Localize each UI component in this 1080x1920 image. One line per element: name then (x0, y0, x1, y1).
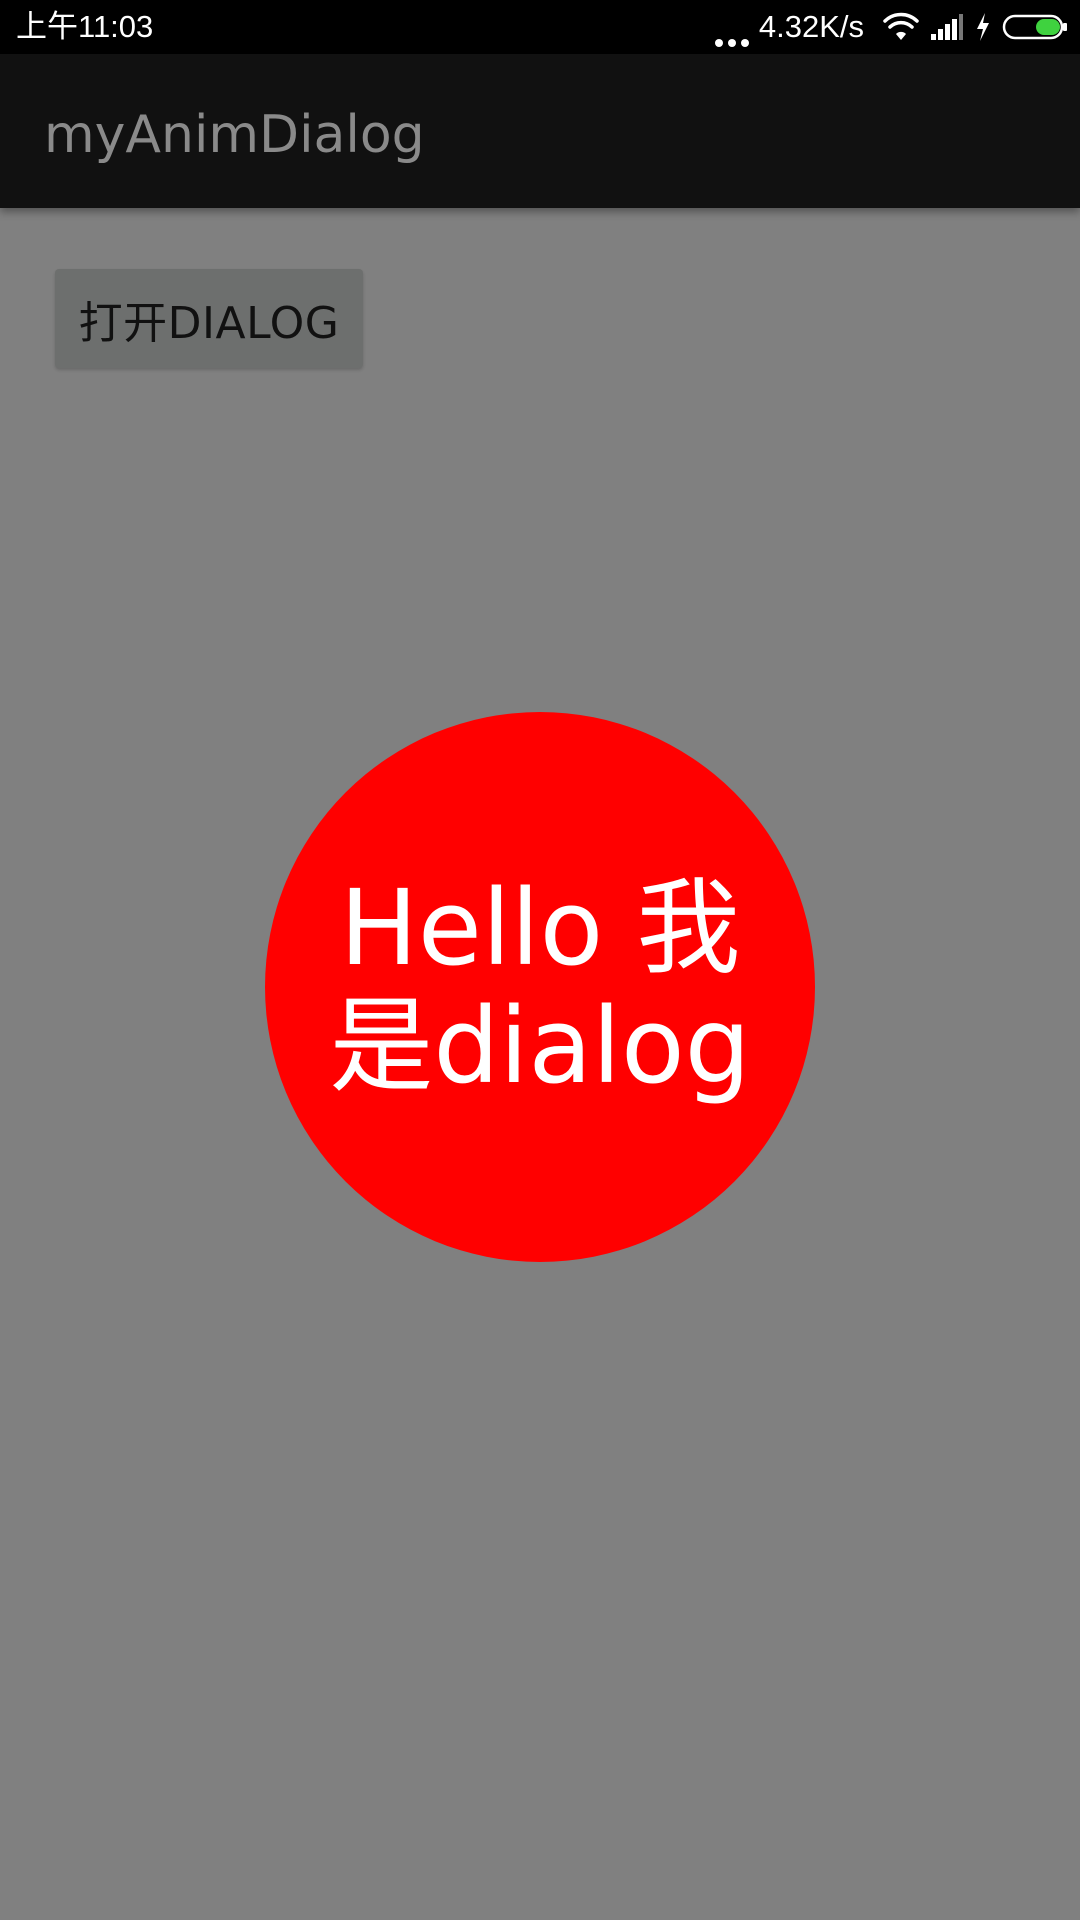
status-time: 上午11:03 (16, 9, 154, 44)
status-bar: 上午11:03 4.32K/s (0, 0, 1080, 54)
app-title: myAnimDialog (44, 105, 425, 165)
app-bar: myAnimDialog (0, 54, 1080, 208)
wifi-icon (882, 12, 920, 42)
network-speed: 4.32K/s (758, 9, 864, 44)
battery-icon (1002, 12, 1068, 42)
screen: 上午11:03 4.32K/s myAnimDialog 打开DIALOG He… (0, 0, 1080, 1920)
dialog-circle[interactable]: Hello 我是dialog (265, 712, 815, 1262)
status-icons: 4.32K/s (714, 6, 1068, 48)
charging-icon (974, 12, 992, 42)
dialog-text: Hello 我是dialog (329, 867, 751, 1107)
more-dots-icon (714, 7, 749, 47)
signal-icon (930, 12, 964, 42)
open-dialog-button[interactable]: 打开DIALOG (55, 269, 363, 368)
